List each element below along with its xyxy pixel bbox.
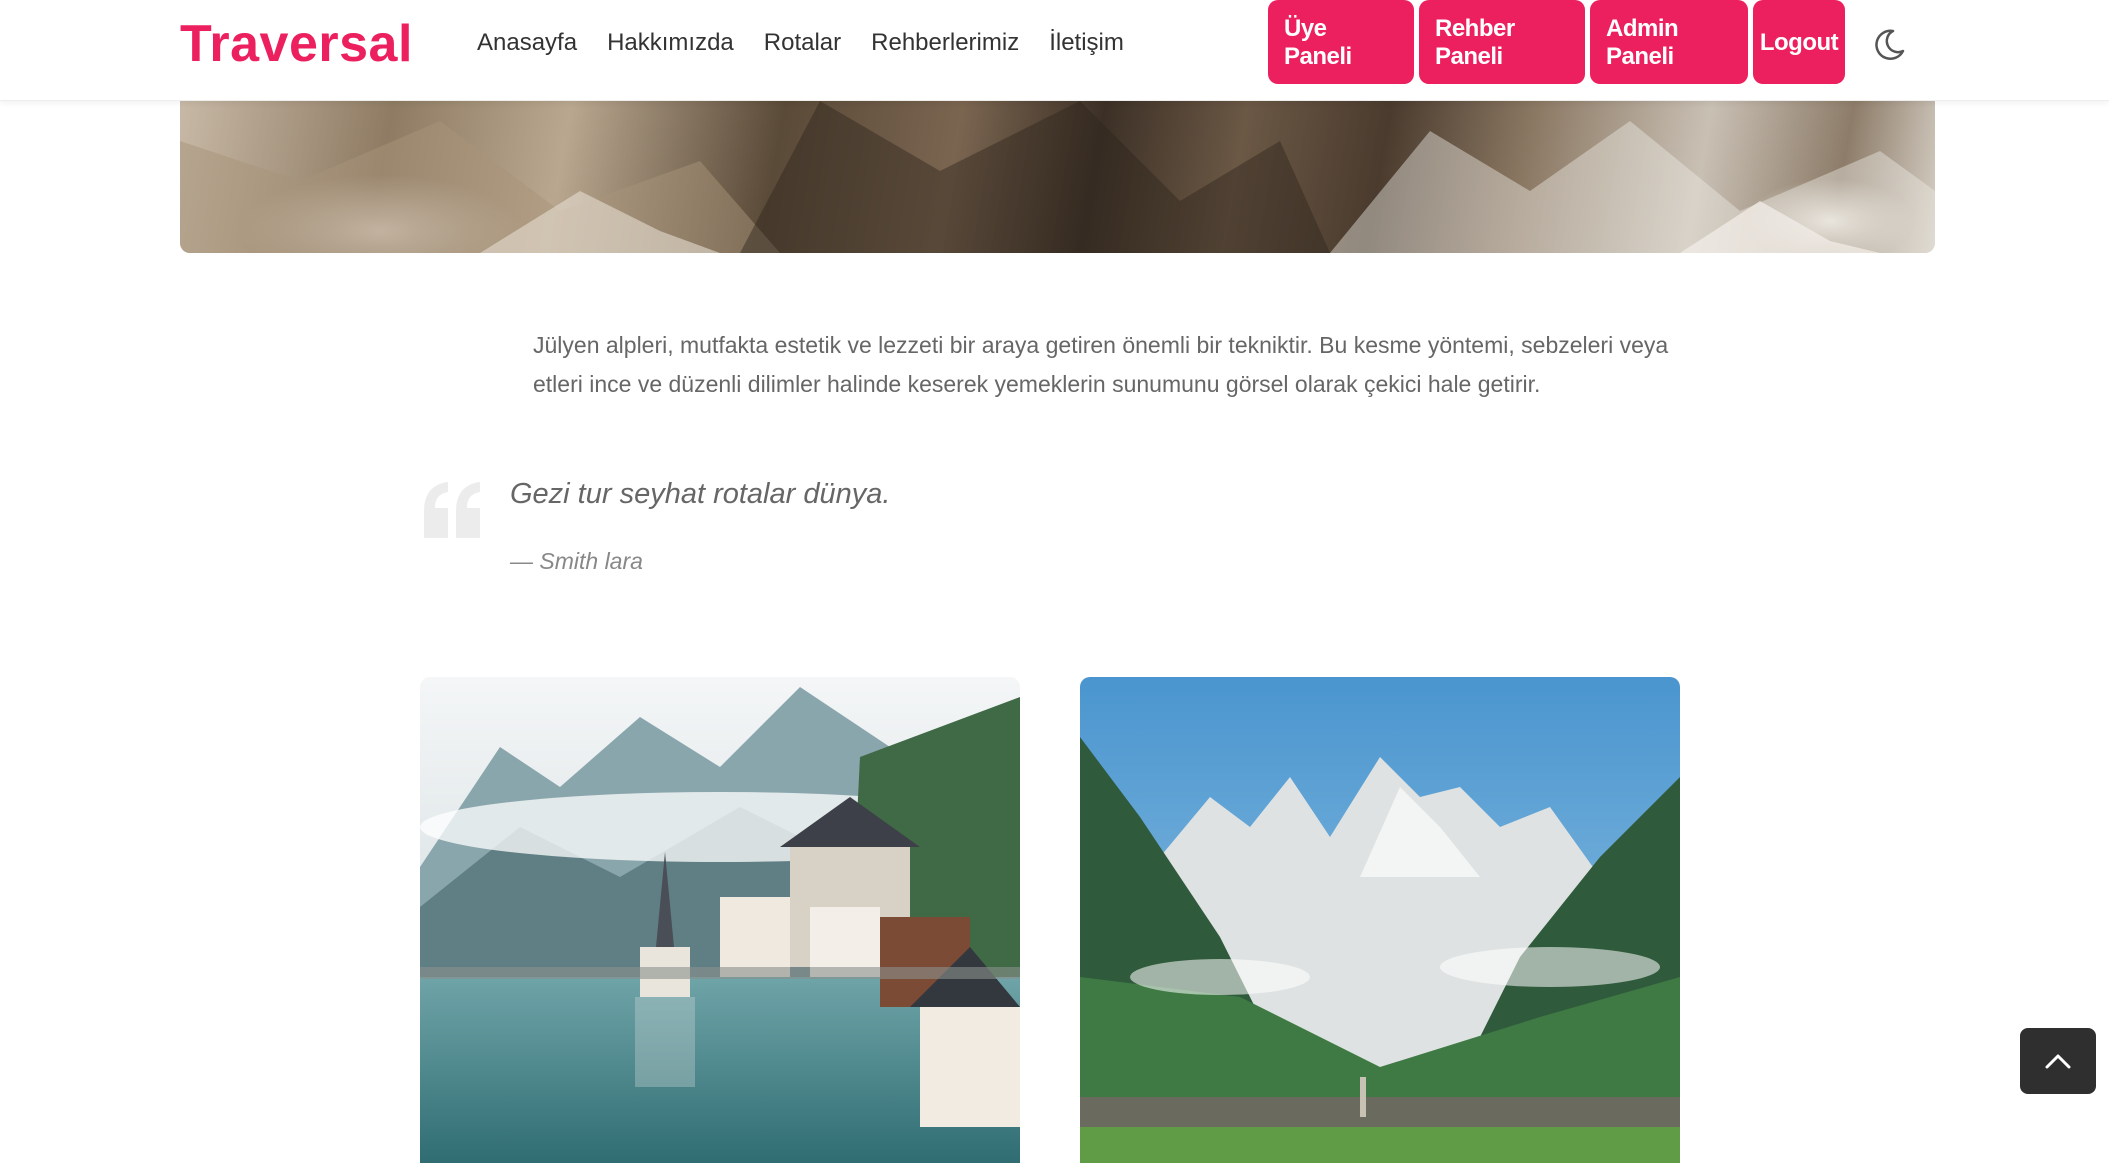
quote-author: — Smith lara [510, 548, 643, 574]
nav-item-hakkimizda[interactable]: Hakkımızda [607, 28, 734, 58]
page: Traversal Anasayfa Hakkımızda Rotalar Re… [0, 0, 2109, 1163]
nav-item-rehberlerimiz[interactable]: Rehberlerimiz [871, 28, 1019, 58]
moon-icon[interactable] [1871, 27, 1907, 63]
rehber-paneli-button[interactable]: Rehber Paneli [1419, 0, 1585, 84]
quote-icon [424, 482, 480, 538]
logout-button[interactable]: Logout [1753, 0, 1845, 84]
nav-item-anasayfa[interactable]: Anasayfa [477, 28, 577, 58]
nav-item-iletisim[interactable]: İletişim [1049, 28, 1124, 58]
lakeside-village-photo [420, 677, 1020, 1163]
panel-buttons: Üye Paneli Rehber Paneli Admin Paneli Lo… [1268, 0, 1845, 84]
scroll-top-button[interactable] [2020, 1028, 2096, 1094]
main-nav: Anasayfa Hakkımızda Rotalar Rehberlerimi… [477, 28, 1154, 58]
chevron-up-icon [2045, 1054, 2071, 1069]
nav-item-rotalar[interactable]: Rotalar [764, 28, 841, 58]
brand-logo[interactable]: Traversal [180, 14, 413, 74]
site-header: Traversal Anasayfa Hakkımızda Rotalar Re… [0, 0, 2109, 101]
quote-text: Gezi tur seyhat rotalar dünya. [510, 478, 891, 510]
alpine-valley-photo [1080, 677, 1680, 1163]
hero-mountain-texture [180, 101, 1935, 253]
article-intro: Jülyen alpleri, mutfakta estetik ve lezz… [533, 332, 1669, 397]
hero-mountain-image [180, 101, 1935, 253]
uye-paneli-button[interactable]: Üye Paneli [1268, 0, 1414, 84]
admin-paneli-button[interactable]: Admin Paneli [1590, 0, 1748, 84]
